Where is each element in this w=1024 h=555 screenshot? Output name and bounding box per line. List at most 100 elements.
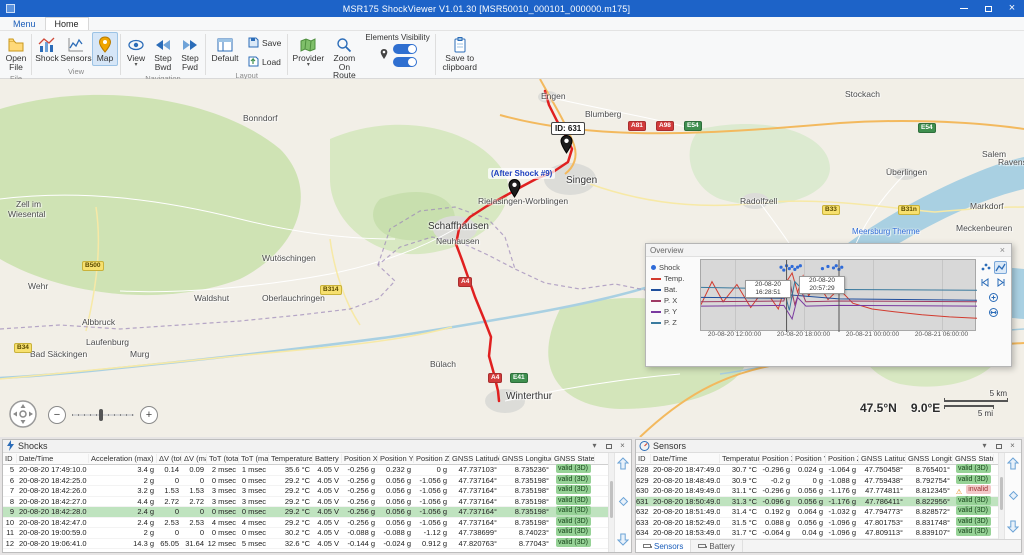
- step-forward-button[interactable]: Step Fwd: [177, 32, 203, 74]
- sensor-table-row[interactable]: 630 20-08-20 18:49:49.0 31.1 °C -0.296 g…: [636, 486, 998, 497]
- legend-item[interactable]: Shock: [651, 262, 698, 273]
- next-shock-button[interactable]: [617, 533, 629, 548]
- save-to-clipboard-button[interactable]: Save to clipboard: [438, 32, 482, 74]
- column-header[interactable]: Position Z: [826, 454, 859, 463]
- zoom-extents-button[interactable]: [987, 291, 1000, 304]
- shock-table-row[interactable]: 9 20-08-20 18:42:28.0 2.4 g 0 0 0 msec 0…: [3, 507, 608, 518]
- legend-item[interactable]: Bat.: [651, 284, 698, 295]
- step-backward-button[interactable]: Step Bwd: [150, 32, 176, 74]
- marker-label-id-631[interactable]: ID: 631: [551, 122, 585, 135]
- shock-table-row[interactable]: 11 20-08-20 19:00:59.0 2 g 0 0 0 msec 0 …: [3, 528, 608, 539]
- map-pin-sensor-631[interactable]: [560, 135, 573, 154]
- legend-item[interactable]: P. Y: [651, 306, 698, 317]
- visibility-toggle-2[interactable]: [393, 57, 417, 67]
- close-button[interactable]: ×: [1000, 0, 1024, 17]
- panel-float-icon[interactable]: [993, 441, 1004, 452]
- column-header[interactable]: Temperature: [269, 454, 313, 463]
- overview-titlebar[interactable]: Overview ×: [646, 244, 1011, 257]
- zoom-slider-handle[interactable]: [99, 409, 103, 421]
- sensor-table-row[interactable]: 632 20-08-20 18:51:49.0 31.4 °C 0.192 g …: [636, 507, 998, 518]
- panel-tab[interactable]: Sensors: [636, 540, 691, 552]
- step-next-button[interactable]: [994, 276, 1007, 289]
- shocks-scrollbar[interactable]: [608, 453, 614, 552]
- panel-menu-icon[interactable]: ▾: [979, 441, 990, 452]
- column-header[interactable]: ToT (total): [207, 454, 239, 463]
- column-header[interactable]: GNSS State: [953, 454, 994, 463]
- column-header[interactable]: Position Y: [793, 454, 826, 463]
- overview-plot-area[interactable]: 20-08-20 16:28:51 20-08-20 20:57:29: [700, 259, 976, 331]
- zoom-slider[interactable]: [72, 414, 134, 416]
- legend-item[interactable]: P. Z: [651, 317, 698, 328]
- column-header[interactable]: ID: [636, 454, 651, 463]
- map-pin-after-shock[interactable]: [508, 179, 521, 198]
- shock-table-row[interactable]: 6 20-08-20 18:42:25.0 2 g 0 0 0 msec 0 m…: [3, 476, 608, 487]
- pan-compass-control[interactable]: [8, 399, 38, 431]
- sensor-table-row[interactable]: 629 20-08-20 18:48:49.0 30.9 °C -0.2 g 0…: [636, 476, 998, 487]
- column-header[interactable]: GNSS Longitude: [500, 454, 552, 463]
- panel-menu-icon[interactable]: ▾: [589, 441, 600, 452]
- column-header[interactable]: GNSS State: [552, 454, 595, 463]
- provider-dropdown-button[interactable]: Provider ▾: [290, 32, 326, 71]
- next-sensor-button[interactable]: [1007, 520, 1019, 535]
- column-header[interactable]: GNSS Latitude: [450, 454, 500, 463]
- legend-item[interactable]: P. X: [651, 295, 698, 306]
- default-layout-button[interactable]: Default: [208, 32, 242, 66]
- column-header[interactable]: GNSS Longitude: [906, 454, 953, 463]
- shock-table-row[interactable]: 5 20-08-20 17:49:10.0 3.4 g 0.14 0.09 2 …: [3, 465, 608, 476]
- sensors-view-button[interactable]: Sensors: [61, 32, 91, 66]
- column-header[interactable]: Position X: [760, 454, 793, 463]
- maximize-button[interactable]: [976, 0, 1000, 17]
- prev-shock-button[interactable]: [617, 457, 629, 472]
- zoom-on-route-button[interactable]: Zoom On Route: [327, 32, 361, 83]
- prev-sensor-button[interactable]: [1007, 457, 1019, 472]
- map-canvas[interactable]: Engen Stockach Blumberg Bonndorf Zell im…: [0, 79, 1024, 437]
- marker-label-after-shock[interactable]: (After Shock #9): [488, 168, 555, 179]
- column-header[interactable]: Position X: [342, 454, 378, 463]
- shock-table-row[interactable]: 12 20-08-20 19:06:41.0 14.3 g 65.05 31.6…: [3, 539, 608, 550]
- sensors-panel-header[interactable]: Sensors ▾ ×: [636, 440, 1021, 453]
- tab-home[interactable]: Home: [45, 17, 89, 30]
- sensor-table-row[interactable]: 634 20-08-20 18:53:49.0 31.7 °C -0.064 g…: [636, 528, 998, 539]
- shock-table-row[interactable]: 8 20-08-20 18:42:27.0 4.4 g 2.72 2.72 3 …: [3, 497, 608, 508]
- column-header[interactable]: Date/Time: [651, 454, 720, 463]
- sensor-table-row[interactable]: 628 20-08-20 18:47:49.0 30.7 °C -0.296 g…: [636, 465, 998, 476]
- shock-view-button[interactable]: Shock: [34, 32, 60, 66]
- sensor-table-row[interactable]: 631 20-08-20 18:50:49.0 31.3 °C -0.096 g…: [636, 497, 998, 508]
- panel-float-icon[interactable]: [603, 441, 614, 452]
- tab-menu[interactable]: Menu: [4, 18, 45, 30]
- pan-mode-button[interactable]: [987, 306, 1000, 319]
- column-header[interactable]: ΔV (total): [157, 454, 182, 463]
- zoom-in-button[interactable]: +: [140, 406, 158, 424]
- shocks-scrollbar-thumb[interactable]: [610, 481, 613, 519]
- current-shock-button[interactable]: [618, 496, 629, 509]
- shock-table-row[interactable]: 7 20-08-20 18:42:26.0 3.2 g 1.53 1.53 3 …: [3, 486, 608, 497]
- panel-close-icon[interactable]: ×: [617, 441, 628, 452]
- column-header[interactable]: ID: [3, 454, 17, 463]
- line-mode-button[interactable]: [994, 261, 1007, 274]
- column-header[interactable]: Battery: [313, 454, 342, 463]
- overview-chart[interactable]: 20-08-20 16:28:51 20-08-20 20:57:29 20-0…: [700, 259, 977, 366]
- column-header[interactable]: Date/Time: [17, 454, 89, 463]
- column-header[interactable]: ΔV (max): [182, 454, 207, 463]
- column-header[interactable]: Temperature: [720, 454, 760, 463]
- shocks-panel-header[interactable]: Shocks ▾ ×: [3, 440, 631, 453]
- shock-table-row[interactable]: 10 20-08-20 18:42:47.0 2.4 g 2.53 2.53 4…: [3, 518, 608, 529]
- panel-tab[interactable]: Battery: [691, 540, 742, 552]
- current-sensor-button[interactable]: [1008, 490, 1019, 503]
- load-layout-button[interactable]: Load: [243, 53, 285, 71]
- sensors-scrollbar[interactable]: [998, 453, 1004, 539]
- column-header[interactable]: GNSS Latitude: [859, 454, 906, 463]
- overview-close-button[interactable]: ×: [998, 246, 1007, 255]
- legend-item[interactable]: Temp.: [651, 273, 698, 284]
- scatter-mode-button[interactable]: [979, 261, 992, 274]
- save-layout-button[interactable]: Save: [243, 34, 285, 52]
- zoom-out-button[interactable]: −: [48, 406, 66, 424]
- column-header[interactable]: Position Y: [378, 454, 414, 463]
- sensor-table-row[interactable]: 633 20-08-20 18:52:49.0 31.5 °C 0.088 g …: [636, 518, 998, 529]
- map-view-button[interactable]: Map: [92, 32, 118, 66]
- column-header[interactable]: ToT (max): [239, 454, 269, 463]
- column-header[interactable]: Acceleration (max): [89, 454, 157, 463]
- sensors-scrollbar-thumb[interactable]: [1000, 477, 1003, 510]
- view-dropdown-button[interactable]: View ▾: [123, 32, 149, 71]
- minimize-button[interactable]: [952, 0, 976, 17]
